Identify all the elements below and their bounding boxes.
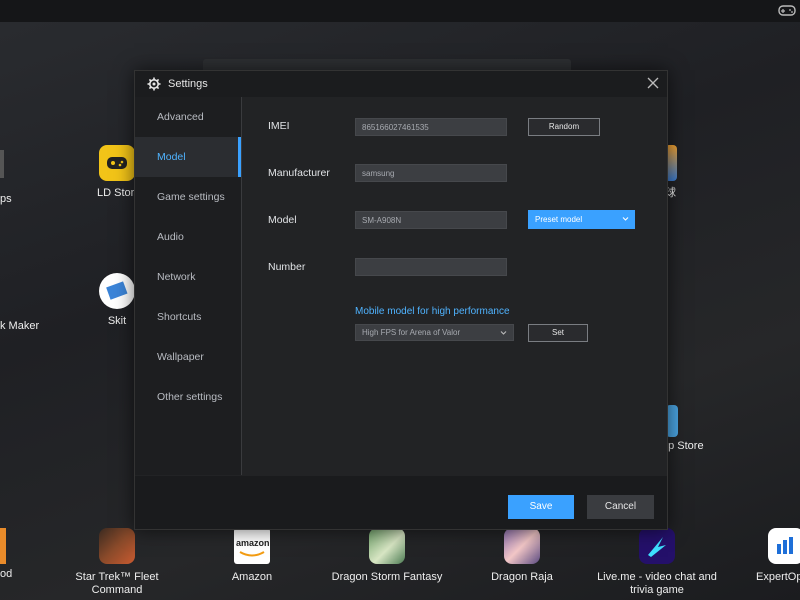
desktop-app-partial[interactable] — [0, 150, 20, 178]
preset-model-dropdown[interactable]: Preset model — [528, 210, 635, 229]
dock-app-label: Amazon — [231, 571, 273, 583]
emulator-top-bar — [0, 0, 800, 22]
model-field[interactable]: SM-A908N — [355, 211, 507, 229]
number-label: Number — [268, 261, 306, 273]
ld-store-icon — [99, 145, 135, 181]
desktop-app-skit[interactable]: Skit — [99, 273, 135, 327]
manufacturer-field[interactable]: samsung — [355, 164, 507, 182]
sidebar-item-other-settings[interactable]: Other settings — [135, 377, 241, 417]
desktop-app-label: pp Store — [662, 440, 704, 452]
amazon-icon: amazon — [234, 528, 270, 564]
expertop-icon — [768, 528, 800, 564]
imei-field[interactable]: 865166027461535 — [355, 118, 507, 136]
performance-model-value: High FPS for Arena of Valor — [362, 328, 461, 337]
high-performance-model-link[interactable]: Mobile model for high performance — [355, 306, 510, 317]
dock-app-label: Star Trek™ Fleet Command — [75, 571, 159, 596]
desktop-app-label: ps — [0, 193, 12, 205]
set-performance-button[interactable]: Set — [528, 324, 588, 342]
desktop-app-ld-store[interactable]: LD Store — [97, 145, 141, 199]
model-label: Model — [268, 214, 297, 226]
dock-app-amazon[interactable]: amazon Amazon — [222, 528, 282, 584]
gamepad-icon[interactable] — [778, 3, 796, 17]
dock-app-star-trek[interactable]: Star Trek™ Fleet Command — [72, 528, 162, 597]
cancel-button[interactable]: Cancel — [587, 495, 654, 519]
imei-label: IMEI — [268, 120, 290, 132]
dock-app-label: ExpertOp — [756, 571, 800, 583]
model-settings-panel: IMEI 865166027461535 Random Manufacturer… — [242, 97, 667, 475]
manufacturer-label: Manufacturer — [268, 167, 330, 179]
dock-app-label: od — [0, 568, 13, 580]
liveme-icon — [639, 528, 675, 564]
desktop-app-label: LD Store — [97, 187, 141, 199]
sidebar-item-advanced[interactable]: Advanced — [135, 97, 241, 137]
sidebar-item-audio[interactable]: Audio — [135, 217, 241, 257]
dialog-footer: Save Cancel — [135, 476, 667, 529]
preset-model-label: Preset model — [535, 215, 583, 224]
settings-sidebar: Advanced Model Game settings Audio Netwo… — [135, 97, 242, 475]
random-imei-button[interactable]: Random — [528, 118, 600, 136]
dock-app-partial[interactable]: od — [0, 528, 14, 581]
dock-app-label: Dragon Raja — [491, 571, 553, 583]
sidebar-item-network[interactable]: Network — [135, 257, 241, 297]
dock-app-dragon-raja[interactable]: Dragon Raja — [487, 528, 557, 584]
star-trek-icon — [99, 528, 135, 564]
number-field[interactable] — [355, 258, 507, 276]
dialog-title: Settings — [168, 78, 208, 90]
desktop-app-partial-right[interactable]: pp Store — [662, 405, 704, 452]
dragon-raja-icon — [504, 528, 540, 564]
close-icon[interactable] — [647, 77, 659, 89]
desktop-app-label: k Maker — [0, 320, 40, 332]
gear-icon — [147, 77, 161, 91]
dock-app-label: Live.me - video chat and trivia game — [597, 571, 717, 596]
chevron-down-icon — [500, 331, 507, 335]
dock-app-liveme[interactable]: Live.me - video chat and trivia game — [590, 528, 724, 597]
dialog-title-bar: Settings — [135, 71, 667, 97]
dragon-storm-icon — [369, 528, 405, 564]
sidebar-item-game-settings[interactable]: Game settings — [135, 177, 241, 217]
dock-app-dragon-storm[interactable]: Dragon Storm Fantasy — [328, 528, 446, 584]
save-button[interactable]: Save — [508, 495, 574, 519]
sidebar-item-shortcuts[interactable]: Shortcuts — [135, 297, 241, 337]
desktop-app-label: Skit — [107, 315, 127, 327]
chevron-down-icon — [622, 217, 629, 221]
sidebar-item-model[interactable]: Model — [135, 137, 241, 177]
skit-icon — [99, 273, 135, 309]
sidebar-item-wallpaper[interactable]: Wallpaper — [135, 337, 241, 377]
settings-dialog: Settings Advanced Model Game settings Au… — [134, 70, 668, 530]
dock-app-expertop[interactable]: ExpertOp — [756, 528, 800, 584]
performance-model-select[interactable]: High FPS for Arena of Valor — [355, 324, 514, 341]
dock-app-label: Dragon Storm Fantasy — [331, 571, 443, 583]
